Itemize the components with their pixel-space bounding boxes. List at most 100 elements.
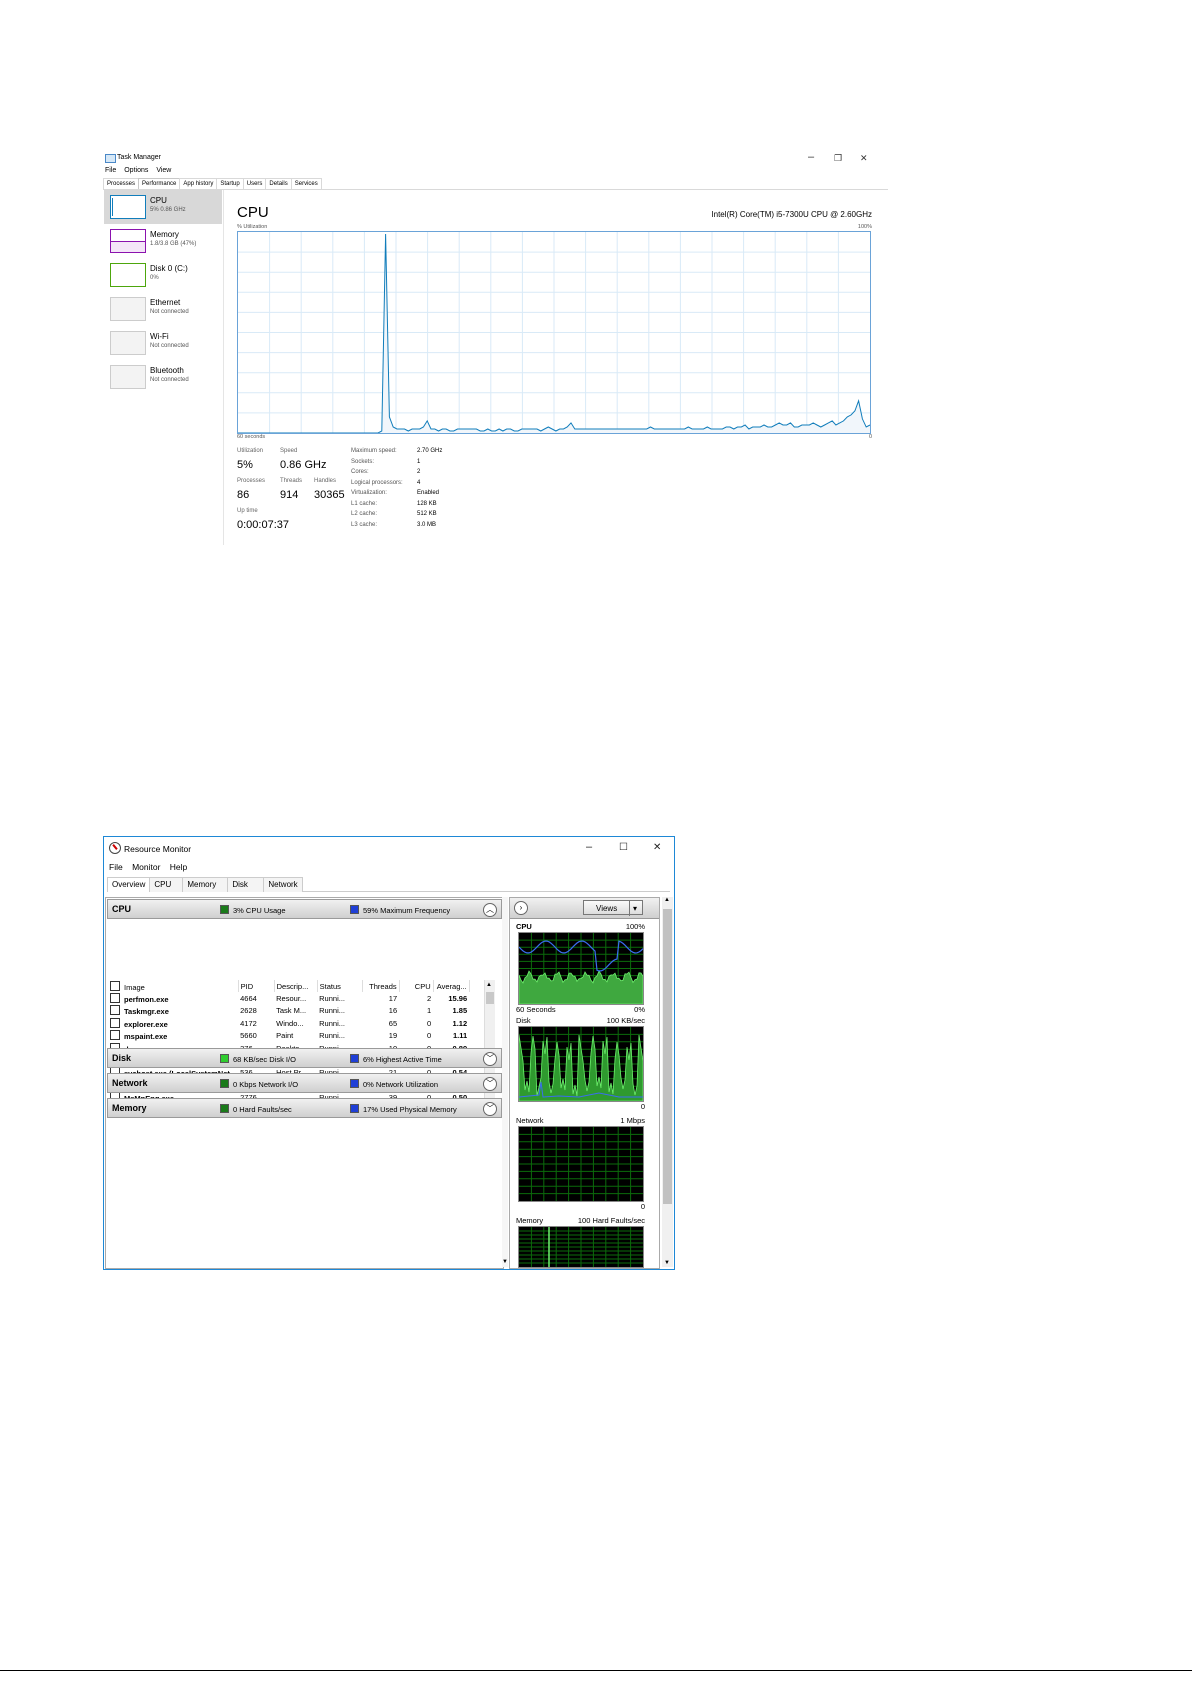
table-row[interactable]: perfmon.exe 4664 Resour... Runni... 17 2 15.96	[108, 992, 469, 1004]
menu-bar: File Monitor Help	[109, 862, 194, 872]
graph-title-memory: Memory	[516, 1216, 544, 1225]
table-header-row: Image PID Descrip... Status Threads CPU …	[108, 980, 470, 993]
disk-graph	[518, 1026, 644, 1102]
views-button[interactable]: Views ▾	[583, 900, 643, 916]
menu-monitor[interactable]: Monitor	[132, 862, 160, 872]
memory-thumbnail-graph	[110, 229, 146, 253]
scroll-up-icon[interactable]: ▲	[664, 897, 670, 903]
cpu-cell: 2	[426, 994, 432, 1004]
disk-section-header[interactable]: Disk 68 KB/sec Disk I/O 6% Highest Activ…	[107, 1048, 502, 1068]
tab-cpu[interactable]: CPU	[149, 877, 184, 892]
tab-bar: Processes Performance App history Startup Us…	[103, 178, 888, 190]
spec-label: Sockets:	[351, 458, 375, 465]
task-manager-icon	[105, 154, 116, 163]
tab-app-history[interactable]: App history	[179, 178, 218, 189]
tab-disk[interactable]: Disk	[227, 877, 265, 892]
page-bottom-rule	[0, 1670, 1192, 1671]
scroll-down-icon[interactable]: ▼	[502, 1259, 508, 1265]
scroll-thumb[interactable]	[486, 992, 494, 1004]
utilization-label: Utilization	[237, 448, 264, 454]
overview-scrollbar[interactable]: ▼	[502, 897, 508, 1267]
status-cell: Runni...	[319, 1018, 345, 1028]
task-manager-window: Task Manager – ❐ ✕ File Options View Pro…	[103, 150, 888, 545]
column-header-image[interactable]: Image	[108, 980, 239, 993]
sidebar-item-disk[interactable]: Disk 0 (C:) 0%	[104, 258, 222, 292]
sidebar-item-cpu[interactable]: CPU 5% 0.86 GHz	[104, 190, 222, 224]
graphs-scrollbar[interactable]: ▲ ▼	[662, 897, 673, 1267]
scroll-thumb[interactable]	[663, 909, 672, 1204]
max-frequency-text: 59% Maximum Frequency	[363, 906, 451, 915]
sidebar-item-wifi[interactable]: Wi-Fi Not connected	[104, 326, 222, 360]
table-row[interactable]: mspaint.exe 5660 Paint Runni... 19 0 1.11	[108, 1030, 469, 1042]
row-checkbox[interactable]	[110, 993, 120, 1004]
close-button[interactable]: ✕	[653, 842, 661, 853]
expand-icon[interactable]: ﹀	[483, 1077, 497, 1091]
tab-network[interactable]: Network	[263, 877, 303, 892]
average-cell: 15.96	[448, 994, 468, 1004]
collapse-icon[interactable]: ︿	[483, 903, 497, 917]
row-checkbox[interactable]	[110, 1030, 120, 1041]
menu-file[interactable]: File	[105, 167, 116, 174]
scroll-up-icon[interactable]: ▲	[486, 982, 492, 988]
y-axis-max: 100%	[857, 224, 872, 230]
sidebar-item-label: Bluetooth	[150, 366, 184, 375]
expand-icon[interactable]: ﹀	[483, 1102, 497, 1116]
sidebar-item-ethernet[interactable]: Ethernet Not connected	[104, 292, 222, 326]
expand-icon[interactable]: ﹀	[483, 1052, 497, 1066]
spec-label: Virtualization:	[351, 490, 387, 496]
spec-value: 1	[417, 458, 421, 465]
row-checkbox[interactable]	[110, 1017, 120, 1028]
description-cell: Paint	[276, 1031, 294, 1041]
select-all-checkbox[interactable]	[110, 980, 120, 991]
y-axis-label: % Utilization	[237, 224, 268, 230]
column-header-pid[interactable]: PID	[238, 980, 275, 993]
cpu-graph	[518, 932, 644, 1005]
memory-section-header[interactable]: Memory 0 Hard Faults/sec 17% Used Physic…	[107, 1098, 502, 1118]
tab-processes[interactable]: Processes	[103, 178, 140, 189]
close-button[interactable]: ✕	[860, 153, 868, 164]
network-section-header[interactable]: Network 0 Kbps Network I/O 0% Network Ut…	[107, 1073, 502, 1093]
average-cell: 1.85	[452, 1006, 468, 1016]
minimize-button[interactable]: –	[586, 841, 592, 853]
cpu-section-header[interactable]: CPU 3% CPU Usage 59% Maximum Frequency ︿	[107, 899, 502, 919]
menu-view[interactable]: View	[156, 167, 171, 174]
sidebar-item-bluetooth[interactable]: Bluetooth Not connected	[104, 360, 222, 394]
sidebar-item-sub: Not connected	[150, 309, 189, 315]
table-row[interactable]: Taskmgr.exe 2628 Task M... Runni... 16 1 1.85	[108, 1005, 469, 1017]
graph-min-cpu: 0%	[634, 1005, 645, 1014]
tab-performance[interactable]: Performance	[138, 178, 181, 189]
menu-help[interactable]: Help	[170, 862, 187, 872]
restore-button[interactable]: ❐	[834, 153, 842, 164]
tab-memory[interactable]: Memory	[182, 877, 229, 892]
column-header-status[interactable]: Status	[317, 980, 363, 993]
collapse-graphs-icon[interactable]: ›	[514, 901, 528, 915]
uptime-label: Up time	[237, 508, 258, 514]
scroll-down-icon[interactable]: ▼	[664, 1260, 670, 1266]
active-time-legend-icon	[350, 1054, 359, 1063]
handles-value: 30365	[314, 489, 345, 501]
tab-startup[interactable]: Startup	[216, 178, 244, 189]
graph-scale-disk: 100 KB/sec	[606, 1016, 645, 1025]
column-header-description[interactable]: Descrip...	[274, 980, 318, 993]
sidebar-item-memory[interactable]: Memory 1.8/3.8 GB (47%)	[104, 224, 222, 258]
table-row[interactable]: explorer.exe 4172 Windo... Runni... 65 0 1.12	[108, 1017, 469, 1029]
spec-value: Enabled	[417, 490, 440, 496]
tab-services[interactable]: Services	[290, 178, 322, 189]
menu-options[interactable]: Options	[124, 167, 148, 174]
column-header-threads[interactable]: Threads	[362, 980, 400, 993]
spec-value: 512 KB	[417, 511, 437, 517]
minimize-button[interactable]: –	[808, 151, 814, 163]
title-bar: Task Manager – ❐ ✕	[103, 150, 888, 166]
tab-details[interactable]: Details	[265, 178, 292, 189]
graph-time-label: 60 Seconds	[516, 1005, 556, 1014]
column-header-cpu[interactable]: CPU	[399, 980, 434, 993]
spec-label: L1 cache:	[351, 500, 378, 507]
row-checkbox[interactable]	[110, 1005, 120, 1016]
threads-value: 914	[280, 489, 299, 501]
menu-file[interactable]: File	[109, 862, 123, 872]
tab-overview[interactable]: Overview	[107, 877, 151, 892]
tab-users[interactable]: Users	[242, 178, 267, 189]
maximize-button[interactable]: ☐	[619, 842, 628, 853]
spec-label: Maximum speed:	[351, 448, 397, 454]
column-header-average[interactable]: Averag...	[433, 980, 470, 993]
